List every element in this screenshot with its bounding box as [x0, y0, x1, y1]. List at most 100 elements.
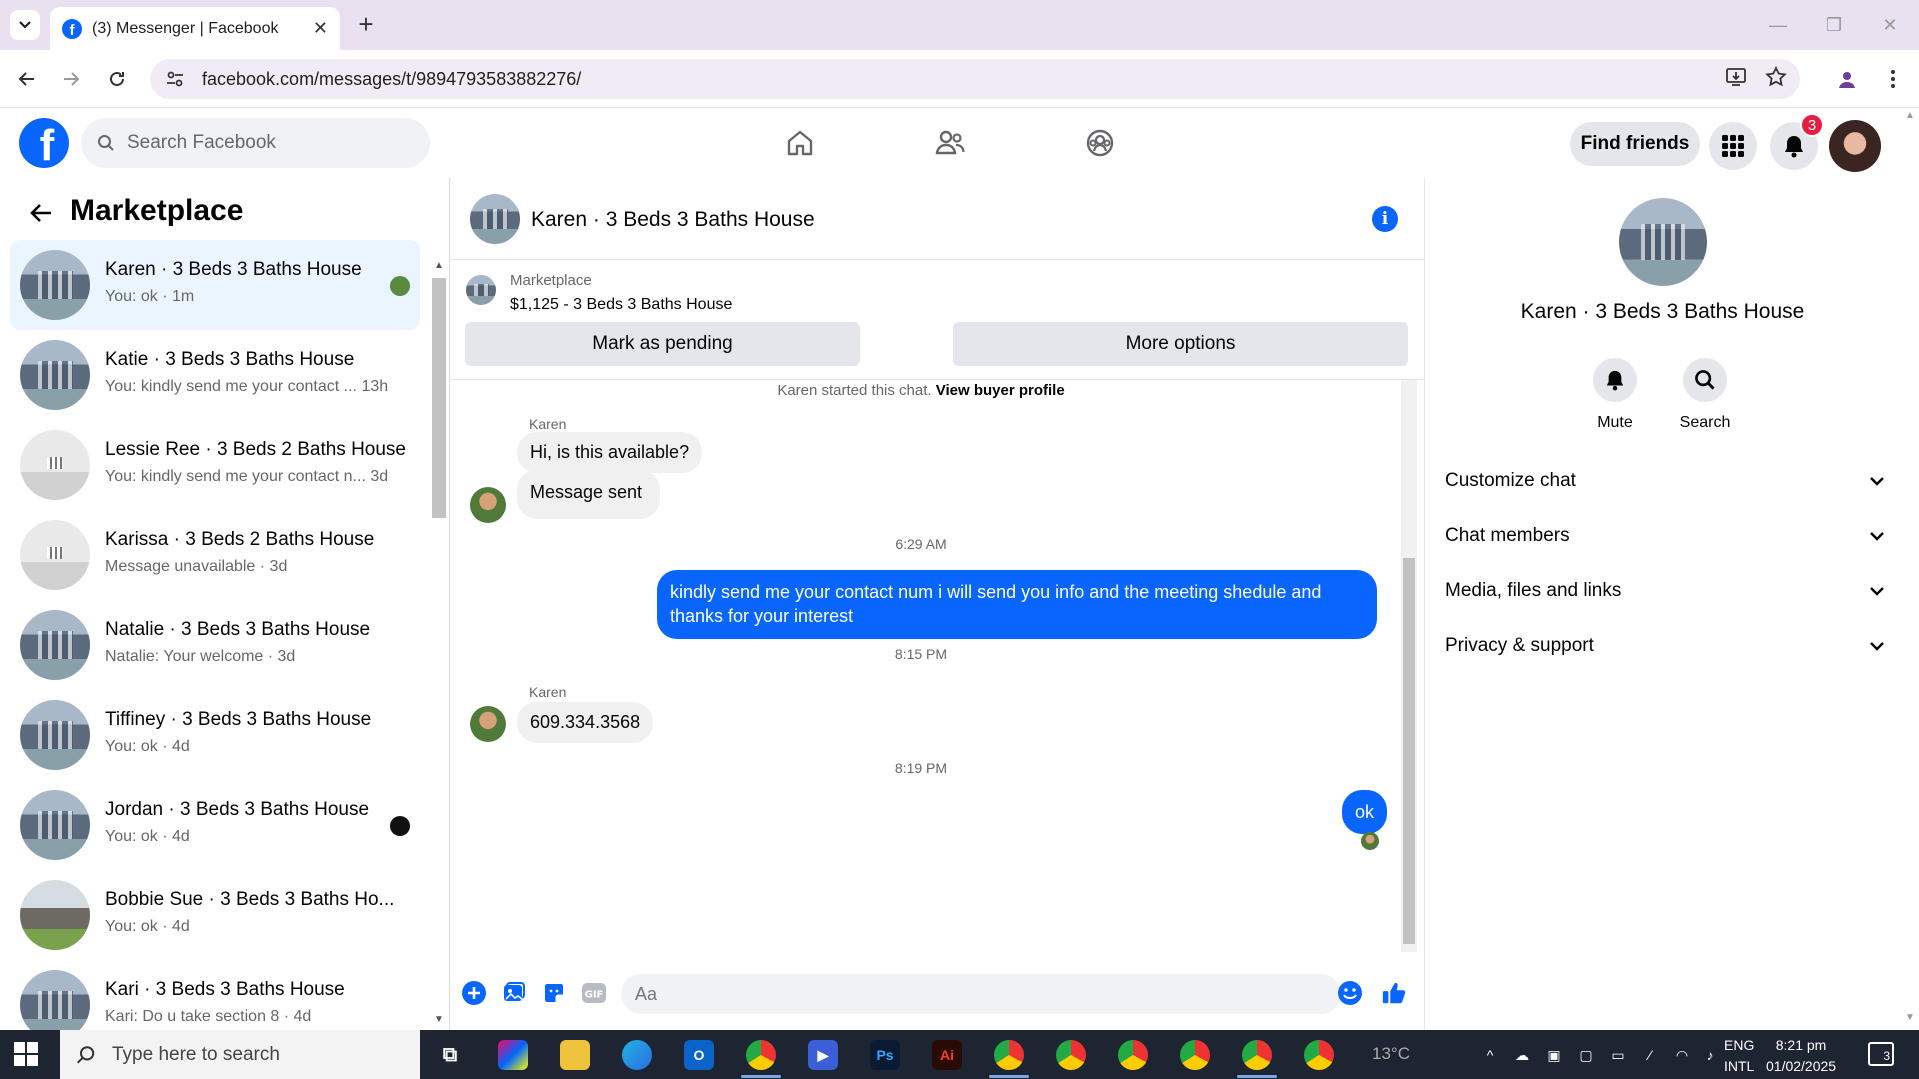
weather-widget[interactable]: 13°C [1372, 1044, 1410, 1064]
nav-groups[interactable] [1070, 118, 1130, 168]
browser-tab-active[interactable]: f (3) Messenger | Facebook ✕ [50, 7, 340, 50]
chrome-icon[interactable] [746, 1040, 776, 1070]
start-button[interactable] [14, 1042, 40, 1068]
facebook-logo-icon[interactable]: f [19, 118, 69, 168]
back-button[interactable] [12, 64, 42, 94]
mute-button[interactable]: Mute [1575, 358, 1655, 432]
view-buyer-profile-link[interactable]: View buyer profile [936, 382, 1065, 399]
chat-list-item[interactable]: Karissa · 3 Beds 2 Baths House Message un… [10, 510, 420, 600]
send-like-button[interactable] [1381, 980, 1407, 1006]
meet-icon[interactable]: ▢ [1576, 1045, 1596, 1065]
message-bubble-outgoing[interactable]: kindly send me your contact num i will s… [657, 570, 1377, 639]
chat-preview: You: ok · 4d [105, 828, 190, 845]
chat-list-item[interactable]: Jordan · 3 Beds 3 Baths House You: ok · 4… [10, 780, 420, 870]
chrome-icon[interactable] [1304, 1040, 1334, 1070]
listing-thumbnail[interactable] [466, 275, 496, 305]
message-bubble-incoming[interactable]: Hi, is this available? [517, 432, 703, 473]
browser-profile-button[interactable] [1832, 64, 1862, 94]
sender-avatar[interactable] [470, 706, 506, 742]
message-bubble-outgoing[interactable]: ok [1342, 790, 1388, 835]
account-avatar[interactable] [1829, 120, 1881, 172]
tab-search-button[interactable] [10, 10, 40, 40]
scroll-up-icon[interactable]: ▲ [434, 260, 444, 271]
install-app-icon[interactable] [1724, 65, 1748, 89]
copilot-icon[interactable] [498, 1040, 528, 1070]
chat-list-item[interactable]: Karen · 3 Beds 3 Baths House You: ok · 1m [10, 240, 420, 330]
tray-chevron-icon[interactable]: ^ [1480, 1045, 1500, 1065]
search-in-conversation-button[interactable]: Search [1665, 358, 1745, 432]
site-settings-icon[interactable] [166, 70, 184, 88]
page-scroll-down-icon[interactable]: ▼ [1905, 1012, 1915, 1023]
scroll-down-icon[interactable]: ▼ [434, 1014, 444, 1025]
message-bubble-incoming[interactable]: 609.334.3568 [517, 702, 654, 743]
chrome-icon[interactable] [1056, 1040, 1086, 1070]
chat-list-scrollbar[interactable] [432, 278, 446, 518]
task-view-icon[interactable]: ⧉ [435, 1040, 465, 1070]
message-bubble-incoming[interactable]: Message sent [517, 470, 661, 519]
chat-list-item[interactable]: Kari · 3 Beds 3 Baths House Kari: Do u ta… [10, 960, 420, 1030]
conversation-avatar[interactable] [470, 194, 520, 244]
emoji-button[interactable] [1337, 980, 1363, 1006]
chat-list-item[interactable]: Tiffiney · 3 Beds 3 Baths House You: ok ·… [10, 690, 420, 780]
listing-price[interactable]: $1,125 - 3 Beds 3 Baths House [510, 296, 732, 314]
minimize-button[interactable]: — [1758, 10, 1798, 40]
chrome-icon[interactable] [994, 1040, 1024, 1070]
find-friends-button[interactable]: Find friends [1570, 122, 1700, 166]
chat-info-avatar[interactable] [1619, 198, 1707, 286]
media-files-links-section[interactable]: Media, files and links [1445, 571, 1885, 611]
chrome-icon[interactable] [1118, 1040, 1148, 1070]
facebook-search-input[interactable]: Search Facebook [81, 118, 430, 168]
privacy-support-section[interactable]: Privacy & support [1445, 626, 1885, 666]
address-bar[interactable]: facebook.com/messages/t/9894793583882276… [150, 59, 1800, 99]
url-text[interactable]: facebook.com/messages/t/9894793583882276… [202, 69, 581, 90]
add-attachment-button[interactable] [461, 980, 487, 1006]
message-input[interactable] [621, 974, 1341, 1014]
media-player-icon[interactable]: ▶ [808, 1040, 838, 1070]
gif-button[interactable]: GIF [581, 980, 607, 1006]
outlook-icon[interactable]: O [684, 1040, 714, 1070]
chrome-icon[interactable] [1242, 1040, 1272, 1070]
chat-list-item[interactable]: Natalie · 3 Beds 3 Baths House Natalie: Y… [10, 600, 420, 690]
battery-icon[interactable]: ▭ [1608, 1045, 1628, 1065]
language-indicator[interactable]: ENG INTL [1724, 1035, 1754, 1077]
volume-icon[interactable]: ♪ [1700, 1045, 1720, 1065]
photoshop-icon[interactable]: Ps [870, 1040, 900, 1070]
forward-button[interactable] [56, 64, 86, 94]
reload-button[interactable] [102, 64, 132, 94]
mark-as-pending-button[interactable]: Mark as pending [465, 322, 860, 366]
wifi-icon[interactable]: ◠ [1672, 1045, 1692, 1065]
onedrive-icon[interactable]: ☁ [1512, 1045, 1532, 1065]
browser-menu-button[interactable] [1878, 64, 1908, 94]
conversation-title[interactable]: Karen · 3 Beds 3 Baths House [531, 208, 815, 232]
new-tab-button[interactable]: + [352, 9, 380, 39]
system-clock[interactable]: 8:21 pm 01/02/2025 [1766, 1035, 1836, 1077]
chat-list-item[interactable]: Lessie Ree · 3 Beds 2 Baths House You: ki… [10, 420, 420, 510]
sticker-button[interactable] [541, 980, 567, 1006]
info-icon[interactable]: i [1372, 206, 1398, 232]
nav-friends[interactable] [920, 118, 980, 168]
tab-close-icon[interactable]: ✕ [313, 18, 328, 39]
file-explorer-icon[interactable] [560, 1040, 590, 1070]
chrome-icon[interactable] [1180, 1040, 1210, 1070]
restore-button[interactable]: ❐ [1814, 10, 1854, 40]
attach-photo-button[interactable] [501, 980, 527, 1006]
nav-home[interactable] [770, 118, 830, 168]
more-options-button[interactable]: More options [953, 322, 1408, 366]
taskbar-search-box[interactable]: Type here to search [60, 1030, 420, 1079]
pen-icon[interactable]: ⁄ [1640, 1045, 1660, 1065]
tray-app-icon[interactable]: ▣ [1544, 1045, 1564, 1065]
sender-avatar[interactable] [470, 487, 506, 523]
chat-members-section[interactable]: Chat members [1445, 516, 1885, 556]
page-scroll-up-icon[interactable]: ▲ [1905, 110, 1915, 121]
thread-scrollbar-thumb[interactable] [1403, 558, 1415, 944]
menu-button[interactable] [1709, 122, 1757, 170]
chat-list-item[interactable]: Katie · 3 Beds 3 Baths House You: kindly … [10, 330, 420, 420]
chat-list-item[interactable]: Bobbie Sue · 3 Beds 3 Baths Ho... You: ok… [10, 870, 420, 960]
illustrator-icon[interactable]: Ai [932, 1040, 962, 1070]
window-close-button[interactable]: ✕ [1870, 10, 1910, 40]
edge-icon[interactable] [622, 1040, 652, 1070]
customize-chat-section[interactable]: Customize chat [1445, 461, 1885, 501]
back-button[interactable] [26, 198, 56, 228]
bookmark-star-icon[interactable] [1764, 65, 1788, 89]
notification-center-icon[interactable]: 3 [1868, 1042, 1894, 1066]
